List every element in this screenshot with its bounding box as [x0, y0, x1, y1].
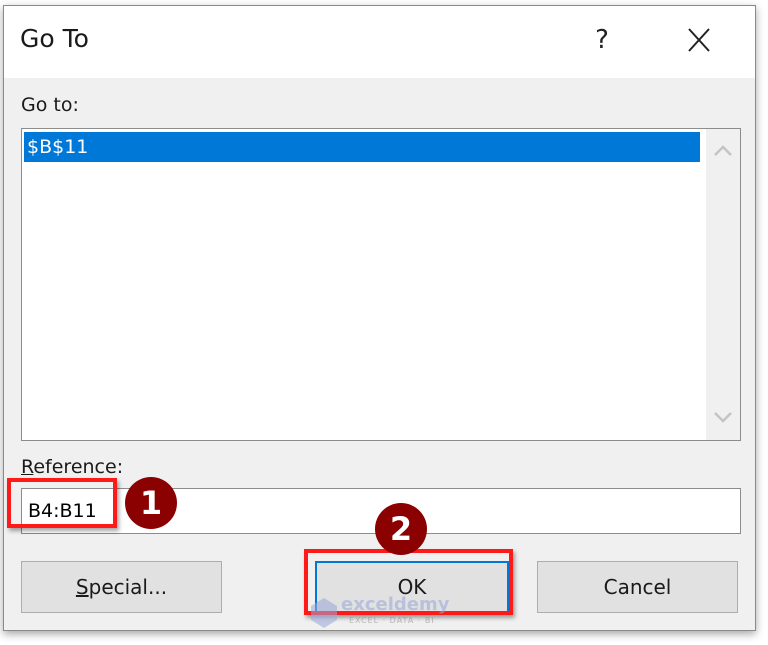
dialog-title: Go To — [20, 24, 89, 53]
special-accel: S — [75, 575, 89, 599]
special-button[interactable]: Special... — [21, 561, 222, 613]
scroll-up-button[interactable] — [706, 135, 740, 169]
step-2-badge: 2 — [375, 503, 427, 555]
reference-label: Reference: — [21, 456, 123, 478]
go-to-label: Go to: — [21, 94, 79, 116]
chevron-up-icon — [714, 145, 732, 156]
step-1-badge: 1 — [125, 477, 177, 529]
close-button[interactable] — [679, 20, 719, 60]
close-icon — [688, 28, 710, 52]
reference-accel: R — [21, 456, 34, 478]
help-button[interactable]: ? — [584, 20, 620, 60]
ok-highlight-box — [304, 549, 513, 615]
special-label: pecial... — [88, 575, 168, 599]
go-to-listbox[interactable]: $B$11 — [21, 128, 741, 441]
reference-highlight-box — [7, 478, 117, 528]
title-bar: Go To ? — [4, 6, 755, 78]
chevron-down-icon — [714, 412, 732, 423]
listbox-scrollbar[interactable] — [706, 129, 740, 440]
list-item[interactable]: $B$11 — [24, 132, 700, 162]
scroll-down-button[interactable] — [706, 400, 740, 434]
cancel-button[interactable]: Cancel — [537, 561, 738, 613]
reference-label-text: eference: — [33, 456, 124, 478]
